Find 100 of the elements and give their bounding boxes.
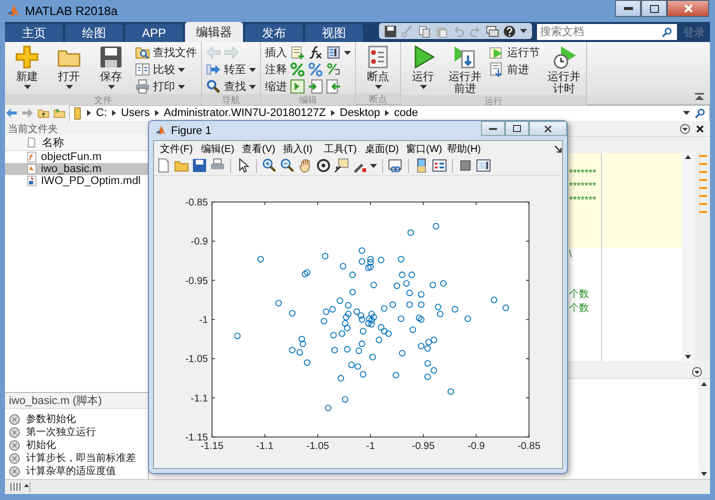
- code-editor[interactable]: ******* ******* ******* \ 个数 个数: [567, 153, 682, 361]
- menu-item[interactable]: 文件(F): [160, 142, 201, 156]
- windows-icon[interactable]: [486, 24, 499, 38]
- tab[interactable]: 视图: [305, 24, 363, 42]
- close-button[interactable]: [667, 0, 709, 17]
- ribbon-button[interactable]: 打印: [135, 79, 185, 94]
- caret-icon[interactable]: [108, 85, 114, 89]
- zoom-in-icon[interactable]: [262, 158, 277, 173]
- menu-item[interactable]: 桌面(D): [365, 142, 406, 156]
- menu-item[interactable]: 查看(V): [242, 142, 283, 156]
- folder-up-icon[interactable]: [37, 107, 50, 119]
- file-row[interactable]: iwo_basic.m: [5, 163, 148, 175]
- collapse-icon[interactable]: [695, 93, 704, 100]
- minimize-button[interactable]: [481, 121, 505, 136]
- help-icon[interactable]: [503, 24, 516, 38]
- ribbon-button[interactable]: 前进: [489, 62, 529, 77]
- section-item[interactable]: 计算步长，即当前标准差: [9, 452, 148, 464]
- menu-item[interactable]: 工具(T): [324, 142, 365, 156]
- legend-icon[interactable]: [432, 158, 447, 173]
- tab[interactable]: 绘图: [65, 24, 123, 42]
- file-row[interactable]: IWO_PD_Optim.mdl: [5, 175, 148, 187]
- data-cursor-icon[interactable]: [334, 158, 349, 173]
- path-segment[interactable]: Administrator.WIN7U-20180127Z: [164, 107, 326, 119]
- outdent-icon[interactable]: [326, 79, 341, 94]
- show-tools-icon[interactable]: [476, 158, 491, 173]
- tab[interactable]: 编辑器: [185, 22, 243, 42]
- close-button[interactable]: [529, 121, 567, 136]
- wrap-comment-icon[interactable]: [326, 62, 341, 77]
- ribbon-button[interactable]: 保存: [93, 45, 129, 94]
- dock-icon[interactable]: [554, 144, 562, 152]
- ribbon-button[interactable]: 缩进: [265, 79, 287, 94]
- section-icon[interactable]: [326, 45, 341, 60]
- caret-up-icon[interactable]: [685, 155, 691, 159]
- copy-icon[interactable]: [418, 24, 431, 38]
- caret-icon[interactable]: [66, 85, 72, 89]
- caret-icon[interactable]: [178, 84, 185, 88]
- scrollbar[interactable]: [682, 153, 694, 361]
- close-icon[interactable]: [696, 124, 704, 132]
- caret-icon[interactable]: [370, 164, 377, 168]
- path-segment[interactable]: C:: [96, 107, 107, 119]
- menu-icon[interactable]: [692, 366, 702, 376]
- rotate-icon[interactable]: [316, 158, 331, 173]
- folder-browse-icon[interactable]: [53, 107, 66, 119]
- ribbon-button[interactable]: 运行并计时: [546, 45, 582, 95]
- caret-down-icon[interactable]: [701, 472, 707, 476]
- ribbon-button[interactable]: 新建: [9, 45, 45, 94]
- tab[interactable]: 主页: [5, 24, 63, 42]
- caret-icon[interactable]: [420, 85, 426, 89]
- caret-down-icon[interactable]: [685, 355, 691, 359]
- caret-up-icon[interactable]: [701, 382, 707, 386]
- caret-icon[interactable]: [249, 84, 256, 88]
- maximize-button[interactable]: [505, 121, 529, 136]
- caret-icon[interactable]: [24, 85, 30, 89]
- caret-icon[interactable]: [520, 29, 527, 33]
- column-header[interactable]: 名称: [42, 135, 64, 150]
- ribbon-button[interactable]: 查找: [206, 79, 256, 94]
- path-segment[interactable]: Desktop: [340, 107, 380, 119]
- resize-grip-icon[interactable]: [9, 482, 31, 492]
- section-item[interactable]: 初始化: [9, 439, 148, 451]
- link-icon[interactable]: [388, 158, 403, 173]
- menu-item[interactable]: 编辑(E): [201, 142, 242, 156]
- ribbon-button[interactable]: 转至: [206, 62, 256, 77]
- caret-icon[interactable]: [249, 68, 256, 72]
- menu-item[interactable]: 窗口(W): [406, 142, 447, 156]
- ribbon-button[interactable]: 插入: [265, 45, 287, 60]
- zoom-out-icon[interactable]: [280, 158, 295, 173]
- path-segment[interactable]: code: [394, 107, 418, 119]
- ribbon-button[interactable]: 断点: [360, 45, 396, 93]
- ribbon-button[interactable]: 注释: [265, 62, 287, 77]
- tab[interactable]: APP: [125, 24, 183, 42]
- caret-icon[interactable]: [374, 85, 382, 89]
- caret-icon[interactable]: [683, 111, 690, 115]
- hide-tools-icon[interactable]: [458, 158, 473, 173]
- section-item[interactable]: 计算杂草的适应度值: [9, 465, 148, 477]
- maximize-button[interactable]: [641, 0, 667, 17]
- path-segment[interactable]: Users: [121, 107, 150, 119]
- address-field[interactable]: C: Users Administrator.WIN7U-20180127Z Desktop code: [69, 104, 710, 122]
- menu-icon[interactable]: [680, 124, 690, 134]
- ribbon-button[interactable]: 打开: [51, 45, 87, 94]
- scrollbar[interactable]: [698, 379, 710, 479]
- ribbon-button[interactable]: 查找文件: [135, 45, 197, 60]
- indent-icon[interactable]: [308, 79, 323, 94]
- caret-icon[interactable]: [178, 68, 185, 72]
- menu-item[interactable]: 插入(I): [283, 142, 324, 156]
- arrow-left-icon[interactable]: [5, 107, 18, 119]
- section-item[interactable]: 第一次独立运行: [9, 426, 148, 438]
- caret-icon[interactable]: [344, 50, 351, 54]
- ribbon-button[interactable]: 运行: [405, 45, 441, 95]
- ribbon-button[interactable]: 运行节: [489, 45, 540, 60]
- search-icon[interactable]: [695, 108, 706, 118]
- new-file-icon[interactable]: [156, 158, 171, 173]
- ribbon-button[interactable]: 运行并前进: [447, 45, 483, 95]
- ribbon-button[interactable]: 比较: [135, 62, 185, 77]
- minimize-button[interactable]: [615, 0, 641, 17]
- search-field[interactable]: 搜索文档: [537, 24, 677, 40]
- indent-icon[interactable]: [290, 79, 305, 94]
- menu-item[interactable]: 帮助(H): [447, 142, 488, 156]
- tab[interactable]: 发布: [245, 24, 303, 42]
- file-row[interactable]: objectFun.m: [5, 151, 148, 163]
- function-icon[interactable]: [308, 45, 323, 60]
